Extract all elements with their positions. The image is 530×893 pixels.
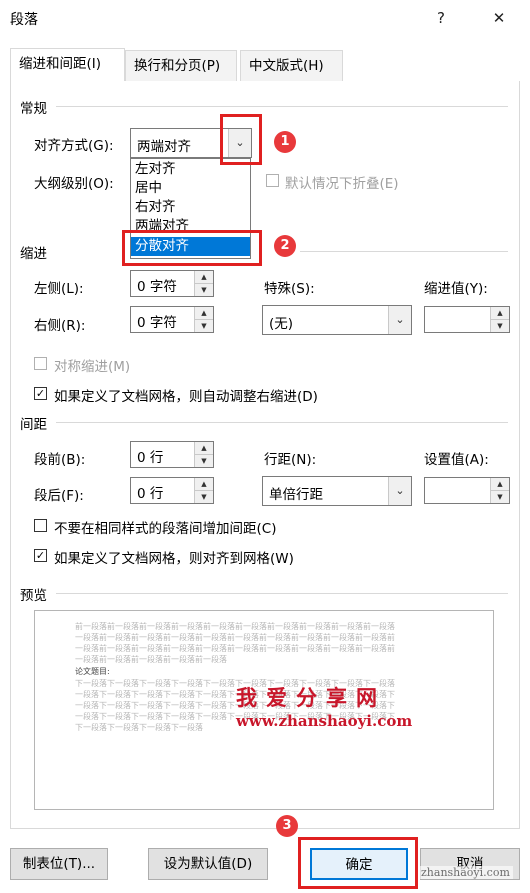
special-value: (无) <box>269 316 294 332</box>
space-before-value: 0 行 <box>137 450 164 466</box>
auto-adjust-checkbox[interactable]: ✓ <box>34 387 47 400</box>
mirror-indent-label: 对称缩进(M) <box>54 359 131 375</box>
snap-to-grid-label[interactable]: 如果定义了文档网格，则对齐到网格(W) <box>54 547 294 567</box>
no-space-same-style-label[interactable]: 不要在相同样式的段落间增加间距(C) <box>54 517 276 537</box>
preview-prev-line: 前一段落前一段落前一段落前一段落前一段落前一段落前一段落前一段落前一段落前一段落 <box>75 622 395 631</box>
no-space-same-style-checkbox[interactable] <box>34 519 47 532</box>
annotation-box-2 <box>122 230 262 266</box>
corner-watermark: zhanshaoyi.com <box>418 866 513 879</box>
line-spacing-value: 单倍行距 <box>269 487 323 503</box>
spin-up-icon[interactable]: ▲ <box>194 307 213 320</box>
spin-down-icon[interactable]: ▼ <box>194 491 213 503</box>
help-button[interactable]: ? <box>428 6 454 30</box>
watermark-title: 我爱分享网 <box>236 686 386 710</box>
spin-up-icon[interactable]: ▲ <box>490 478 509 491</box>
tab-asian-typography[interactable]: 中文版式(H) <box>240 50 343 81</box>
space-before-label: 段前(B): <box>34 452 86 468</box>
spin-down-icon[interactable]: ▼ <box>194 284 213 296</box>
close-button[interactable]: ✕ <box>486 6 512 30</box>
chevron-down-icon[interactable]: ⌄ <box>388 477 411 505</box>
mirror-indent-checkbox <box>34 357 47 370</box>
tab-indent-spacing[interactable]: 缩进和间距(I) <box>10 48 125 81</box>
divider <box>56 593 508 594</box>
spin-down-icon[interactable]: ▼ <box>490 491 509 503</box>
set-default-button[interactable]: 设为默认值(D) <box>148 848 268 880</box>
right-indent-label: 右侧(R): <box>34 318 86 334</box>
spin-up-icon[interactable]: ▲ <box>194 442 213 455</box>
collapse-label: 默认情况下折叠(E) <box>285 176 399 192</box>
spin-down-icon[interactable]: ▼ <box>490 320 509 332</box>
preview-prev-line: 一段落前一段落前一段落前一段落前一段落 <box>75 655 227 664</box>
auto-adjust-label[interactable]: 如果定义了文档网格，则自动调整右缩进(D) <box>54 385 318 405</box>
option-center[interactable]: 居中 <box>131 179 250 198</box>
preview-current-line: 论文题目: <box>75 667 110 676</box>
special-label: 特殊(S): <box>264 281 315 297</box>
spin-down-icon[interactable]: ▼ <box>194 455 213 467</box>
watermark-url: www.zhanshaoyi.com <box>236 712 413 730</box>
tabs-button[interactable]: 制表位(T)... <box>10 848 108 880</box>
preview-prev-line: 一段落前一段落前一段落前一段落前一段落前一段落前一段落前一段落前一段落前一段落前 <box>75 644 395 653</box>
space-after-label: 段后(F): <box>34 488 84 504</box>
annotation-badge-2: 2 <box>274 235 296 257</box>
space-after-value: 0 行 <box>137 486 164 502</box>
right-indent-stepper[interactable]: 0 字符 ▲ ▼ <box>130 306 214 333</box>
left-indent-value: 0 字符 <box>137 279 177 295</box>
spin-up-icon[interactable]: ▲ <box>194 478 213 491</box>
spin-up-icon[interactable]: ▲ <box>490 307 509 320</box>
left-indent-label: 左侧(L): <box>34 281 84 297</box>
title-bar: 段落 ? ✕ <box>0 0 530 36</box>
left-indent-stepper[interactable]: 0 字符 ▲ ▼ <box>130 270 214 297</box>
collapse-checkbox <box>266 174 279 187</box>
divider <box>56 106 508 107</box>
section-indent: 缩进 <box>20 246 47 262</box>
divider <box>56 422 508 423</box>
annotation-badge-1: 1 <box>274 131 296 153</box>
preview-prev-line: 一段落前一段落前一段落前一段落前一段落前一段落前一段落前一段落前一段落前一段落前 <box>75 633 395 642</box>
option-right[interactable]: 右对齐 <box>131 198 250 217</box>
indent-by-label: 缩进值(Y): <box>424 281 488 297</box>
special-select[interactable]: (无) ⌄ <box>262 305 412 335</box>
section-preview: 预览 <box>20 588 47 604</box>
spin-down-icon[interactable]: ▼ <box>194 320 213 332</box>
annotation-box-3 <box>298 837 418 889</box>
outline-level-label: 大纲级别(O): <box>34 176 114 192</box>
chevron-down-icon[interactable]: ⌄ <box>388 306 411 334</box>
snap-to-grid-checkbox[interactable]: ✓ <box>34 549 47 562</box>
section-general: 常规 <box>20 101 47 117</box>
right-indent-value: 0 字符 <box>137 315 177 331</box>
dialog-title: 段落 <box>10 12 38 28</box>
annotation-badge-3: 3 <box>276 815 298 837</box>
section-spacing: 间距 <box>20 417 47 433</box>
spacing-at-label: 设置值(A): <box>424 452 489 468</box>
divider <box>300 251 508 252</box>
spacing-at-stepper[interactable]: ▲ ▼ <box>424 477 510 504</box>
indent-by-stepper[interactable]: ▲ ▼ <box>424 306 510 333</box>
annotation-box-1 <box>220 114 262 165</box>
alignment-label: 对齐方式(G): <box>34 138 114 154</box>
spin-up-icon[interactable]: ▲ <box>194 271 213 284</box>
line-spacing-select[interactable]: 单倍行距 ⌄ <box>262 476 412 506</box>
space-after-stepper[interactable]: 0 行 ▲ ▼ <box>130 477 214 504</box>
tab-line-page-breaks[interactable]: 换行和分页(P) <box>125 50 237 81</box>
alignment-value: 两端对齐 <box>137 139 191 155</box>
line-spacing-label: 行距(N): <box>264 452 317 468</box>
space-before-stepper[interactable]: 0 行 ▲ ▼ <box>130 441 214 468</box>
